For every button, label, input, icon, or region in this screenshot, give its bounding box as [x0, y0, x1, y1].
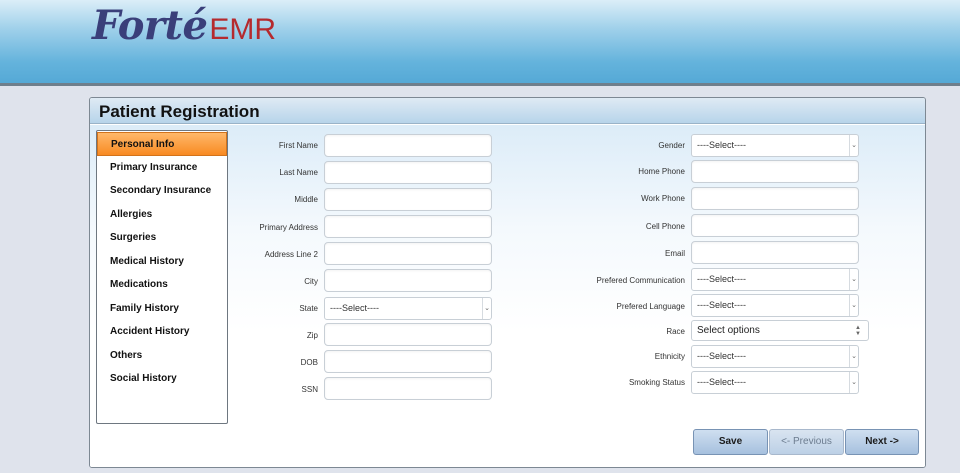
gender-select-value: ----Select----	[697, 140, 746, 150]
chevron-down-icon[interactable]: ⌄	[849, 372, 858, 393]
zip-label: Zip	[306, 331, 318, 340]
city-field[interactable]	[324, 269, 492, 292]
registration-sidenav: Personal Info Primary Insurance Secondar…	[96, 130, 228, 424]
previous-button[interactable]: <- Previous	[769, 429, 844, 455]
up-down-arrows-icon[interactable]: ▲ ▼	[855, 325, 861, 337]
prefered-language-label: Prefered Language	[616, 302, 686, 311]
home-phone-field[interactable]	[691, 160, 859, 183]
sidenav-item-others[interactable]: Others	[97, 344, 227, 368]
logo-forte-text: Forté	[92, 2, 208, 49]
sidenav-item-primary-insurance[interactable]: Primary Insurance	[97, 156, 227, 180]
app-header: Forté EMR	[0, 0, 960, 86]
ethnicity-label: Ethnicity	[654, 352, 685, 361]
panel-header: Patient Registration	[90, 98, 925, 124]
app-logo[interactable]: Forté EMR	[92, 2, 277, 49]
prefered-communication-select[interactable]: ----Select---- ⌄	[691, 268, 859, 291]
chevron-down-icon[interactable]: ⌄	[849, 295, 858, 316]
chevron-down-icon[interactable]: ⌄	[482, 298, 491, 319]
email-label: Email	[664, 249, 685, 258]
chevron-down-icon[interactable]: ⌄	[849, 346, 858, 367]
first-name-field[interactable]	[324, 134, 492, 157]
sidenav-item-family-history[interactable]: Family History	[97, 297, 227, 321]
save-button[interactable]: Save	[693, 429, 768, 455]
prefered-language-value: ----Select----	[697, 300, 746, 310]
prefered-communication-label: Prefered Communication	[596, 276, 685, 285]
primary-address-field[interactable]	[324, 215, 492, 238]
last-name-field[interactable]	[324, 161, 492, 184]
state-select-value: ----Select----	[330, 303, 379, 313]
work-phone-label: Work Phone	[641, 194, 685, 203]
logo-emr-text: EMR	[209, 13, 277, 46]
smoking-status-select[interactable]: ----Select---- ⌄	[691, 371, 859, 394]
sidenav-item-social-history[interactable]: Social History	[97, 367, 227, 391]
cell-phone-field[interactable]	[691, 214, 859, 237]
chevron-down-icon[interactable]: ⌄	[849, 269, 858, 290]
smoking-status-value: ----Select----	[697, 377, 746, 387]
zip-field[interactable]	[324, 323, 492, 346]
sidenav-item-allergies[interactable]: Allergies	[97, 203, 227, 227]
smoking-status-label: Smoking Status	[628, 378, 685, 387]
sidenav-item-medical-history[interactable]: Medical History	[97, 250, 227, 274]
first-name-label: First Name	[278, 141, 318, 150]
home-phone-label: Home Phone	[638, 167, 685, 176]
ssn-field[interactable]	[324, 377, 492, 400]
state-select[interactable]: ----Select---- ⌄	[324, 297, 492, 320]
primary-address-label: Primary Address	[259, 223, 318, 232]
city-label: City	[304, 277, 318, 286]
address-line2-label: Address Line 2	[264, 250, 318, 259]
prefered-language-select[interactable]: ----Select---- ⌄	[691, 294, 859, 317]
address-line2-field[interactable]	[324, 242, 492, 265]
dob-label: DOB	[300, 358, 318, 367]
page-title: Patient Registration	[99, 102, 260, 121]
sidenav-item-medications[interactable]: Medications	[97, 273, 227, 297]
sidenav-item-personal-info[interactable]: Personal Info	[97, 132, 227, 156]
middle-field[interactable]	[324, 188, 492, 211]
dob-field[interactable]	[324, 350, 492, 373]
state-label: State	[299, 304, 318, 313]
ethnicity-select[interactable]: ----Select---- ⌄	[691, 345, 859, 368]
race-multiselect[interactable]: Select options ▲ ▼	[691, 320, 869, 341]
gender-label: Gender	[658, 141, 685, 150]
work-phone-field[interactable]	[691, 187, 859, 210]
middle-label: Middle	[294, 195, 318, 204]
next-button[interactable]: Next ->	[845, 429, 919, 455]
ssn-label: SSN	[301, 385, 318, 394]
chevron-down-icon[interactable]: ⌄	[849, 135, 858, 156]
race-select-value: Select options	[697, 325, 760, 336]
sidenav-item-accident-history[interactable]: Accident History	[97, 320, 227, 344]
email-field[interactable]	[691, 241, 859, 264]
race-label: Race	[666, 327, 685, 336]
gender-select[interactable]: ----Select---- ⌄	[691, 134, 859, 157]
last-name-label: Last Name	[279, 168, 318, 177]
sidenav-item-surgeries[interactable]: Surgeries	[97, 226, 227, 250]
ethnicity-select-value: ----Select----	[697, 351, 746, 361]
cell-phone-label: Cell Phone	[645, 222, 685, 231]
prefered-communication-value: ----Select----	[697, 274, 746, 284]
sidenav-item-secondary-insurance[interactable]: Secondary Insurance	[97, 179, 227, 203]
